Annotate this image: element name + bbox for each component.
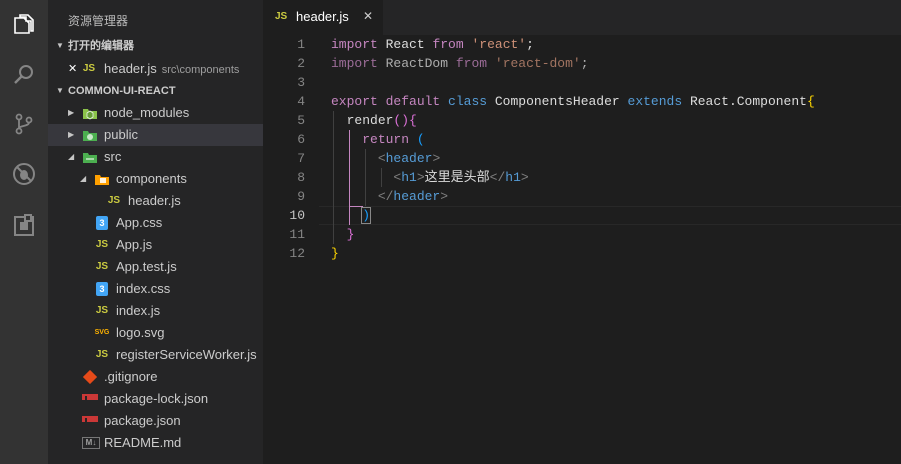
- chevron-down-icon: ◢: [68, 152, 75, 161]
- tree-item-package-json[interactable]: package.json: [48, 410, 263, 432]
- line-number: 4: [297, 94, 305, 109]
- code-editor[interactable]: 1 2 3 4 5 6 7 8 9 10 11 12 import React …: [263, 35, 901, 464]
- current-line-highlight: [319, 206, 901, 225]
- js-file-icon: JS: [82, 63, 96, 74]
- tree-item-readme[interactable]: M↓ README.md: [48, 432, 263, 454]
- code-line-10: ): [361, 207, 372, 224]
- code-line-6: return (: [362, 132, 425, 147]
- code-line-5: render(){: [346, 113, 417, 128]
- js-file-icon: JS: [95, 305, 109, 316]
- js-file-icon: JS: [95, 349, 109, 360]
- open-editor-path: src\components: [161, 64, 240, 76]
- open-editor-label: header.js: [104, 61, 157, 76]
- line-number: 11: [289, 227, 305, 242]
- code-line-9: </header>: [377, 189, 449, 204]
- search-icon[interactable]: [10, 60, 38, 88]
- line-number: 1: [297, 37, 305, 52]
- npm-icon: [82, 414, 98, 428]
- chevron-down-icon: ▼: [56, 86, 64, 95]
- tree-item-components[interactable]: ◢ components: [48, 168, 263, 190]
- code-line-1: import React from 'react';: [331, 37, 534, 52]
- tab-header-js[interactable]: JS header.js ✕: [263, 0, 383, 35]
- code-line-12: }: [331, 246, 339, 261]
- files-icon[interactable]: [10, 10, 38, 38]
- tree-item-package-lock[interactable]: package-lock.json: [48, 388, 263, 410]
- tree-item-index-js[interactable]: JS index.js: [48, 300, 263, 322]
- folder-components-icon: [94, 172, 110, 186]
- close-icon[interactable]: ✕: [68, 58, 77, 80]
- tree-item-header-js[interactable]: JS header.js: [48, 190, 263, 212]
- line-number: 12: [289, 246, 305, 261]
- css-file-icon: 3: [96, 282, 108, 296]
- source-control-icon[interactable]: [10, 110, 38, 138]
- explorer-title: 资源管理器: [68, 14, 129, 28]
- js-test-file-icon: JS: [95, 261, 109, 272]
- tree-item-src[interactable]: ◢ src: [48, 146, 263, 168]
- tree-item-node-modules[interactable]: ▶ node_modules: [48, 102, 263, 124]
- tree-item-gitignore[interactable]: .gitignore: [48, 366, 263, 388]
- line-number: 7: [297, 151, 305, 166]
- tab-label: header.js: [296, 9, 349, 24]
- chevron-right-icon: ▶: [68, 130, 75, 139]
- css-file-icon: 3: [96, 216, 108, 230]
- code-line-2: import ReactDom from 'react-dom';: [331, 56, 589, 71]
- line-number-active: 10: [289, 208, 305, 223]
- explorer-sidebar: 资源管理器 ▼ 打开的编辑器 ✕ JS header.js src\compone…: [48, 0, 263, 464]
- tree-item-app-css[interactable]: 3 App.css: [48, 212, 263, 234]
- debug-icon[interactable]: [10, 160, 38, 188]
- code-line-4: export default class ComponentsHeader ex…: [331, 94, 815, 109]
- line-number: 2: [297, 56, 305, 71]
- extensions-icon[interactable]: [10, 212, 38, 240]
- line-number: 3: [297, 75, 305, 90]
- svg-file-icon: SVG: [94, 329, 110, 336]
- markdown-icon: M↓: [82, 437, 100, 449]
- tree-item-app-js[interactable]: JS App.js: [48, 234, 263, 256]
- line-number: 9: [297, 189, 305, 204]
- git-icon: [82, 369, 98, 385]
- line-number: 8: [297, 170, 305, 185]
- line-number: 6: [297, 132, 305, 147]
- chevron-right-icon: ▶: [68, 108, 75, 117]
- close-icon[interactable]: ✕: [363, 9, 373, 23]
- open-editors-header[interactable]: ▼ 打开的编辑器: [48, 35, 263, 57]
- tree-item-register-service-worker[interactable]: JS registerServiceWorker.js: [48, 344, 263, 366]
- npm-icon: [82, 392, 98, 406]
- line-number: 5: [297, 113, 305, 128]
- project-header[interactable]: ▼ COMMON-UI-REACT: [48, 80, 263, 102]
- tab-bar: JS header.js ✕: [263, 0, 901, 35]
- folder-public-icon: [82, 128, 98, 142]
- js-file-icon: JS: [107, 195, 121, 206]
- folder-src-icon: [82, 150, 98, 164]
- code-line-11: }: [346, 227, 355, 242]
- chevron-down-icon: ▼: [56, 41, 64, 50]
- tree-item-logo-svg[interactable]: SVG logo.svg: [48, 322, 263, 344]
- js-file-icon: JS: [95, 239, 109, 250]
- code-line-8: <h1>这里是头部</h1>: [393, 170, 529, 185]
- open-editor-item[interactable]: ✕ JS header.js src\components: [48, 58, 263, 80]
- tree-item-index-css[interactable]: 3 index.css: [48, 278, 263, 300]
- code-line-7: <header>: [377, 151, 441, 166]
- activity-bar: [0, 0, 48, 464]
- chevron-down-icon: ◢: [80, 174, 87, 183]
- tree-item-public[interactable]: ▶ public: [48, 124, 263, 146]
- js-file-icon: JS: [275, 11, 288, 22]
- tree-item-app-test-js[interactable]: JS App.test.js: [48, 256, 263, 278]
- folder-node-icon: [82, 106, 98, 120]
